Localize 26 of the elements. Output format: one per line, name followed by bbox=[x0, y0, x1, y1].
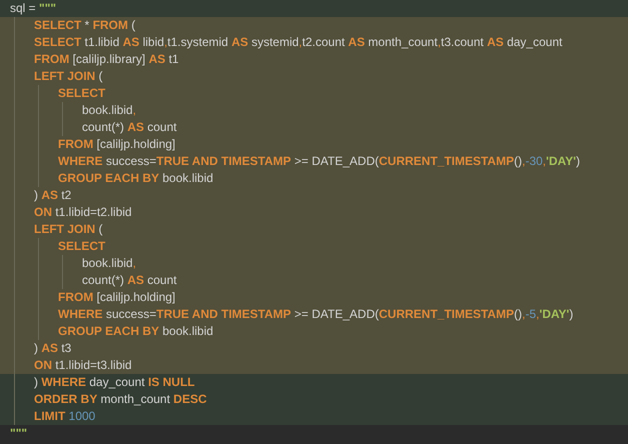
code-line: GROUP EACH BY book.libid bbox=[58, 323, 214, 340]
code-line: SELECT bbox=[58, 238, 106, 255]
code-line: GROUP EACH BY book.libid bbox=[58, 170, 214, 187]
code-line: SELECT t1.libid AS libid,t1.systemid AS systemid,t2.count AS month_count,t3.count AS day_count bbox=[34, 34, 562, 51]
code-line: ) AS t3 bbox=[34, 340, 72, 357]
code-line: book.libid, bbox=[82, 255, 136, 272]
code-line: WHERE success=TRUE AND TIMESTAMP >= DATE_ADD(CURRENT_TIMESTAMP(),-5,'DAY') bbox=[58, 306, 574, 323]
code-line: LEFT JOIN ( bbox=[34, 68, 103, 85]
code-line: LEFT JOIN ( bbox=[34, 221, 103, 238]
code-line: book.libid, bbox=[82, 102, 136, 119]
code-line: ) AS t2 bbox=[34, 187, 72, 204]
code-line: count(*) AS count bbox=[82, 119, 177, 136]
code-line: FROM [caliljp.holding] bbox=[58, 136, 176, 153]
code-line: ) WHERE day_count IS NULL bbox=[34, 374, 195, 391]
code-line: FROM [caliljp.holding] bbox=[58, 289, 176, 306]
code-line: SELECT * FROM ( bbox=[34, 17, 136, 34]
code-line: FROM [caliljp.library] AS t1 bbox=[34, 51, 179, 68]
code-line: WHERE success=TRUE AND TIMESTAMP >= DATE_ADD(CURRENT_TIMESTAMP(),-30,'DAY') bbox=[58, 153, 580, 170]
code-line: ORDER BY month_count DESC bbox=[34, 391, 207, 408]
code-line: sql = """ bbox=[10, 0, 56, 17]
code-line: LIMIT 1000 bbox=[34, 408, 96, 425]
code-line: ON t1.libid=t2.libid bbox=[34, 204, 132, 221]
code-line: ON t1.libid=t3.libid bbox=[34, 357, 132, 374]
code-line: SELECT bbox=[58, 85, 106, 102]
code-line: count(*) AS count bbox=[82, 272, 177, 289]
code-line: """ bbox=[10, 425, 28, 442]
